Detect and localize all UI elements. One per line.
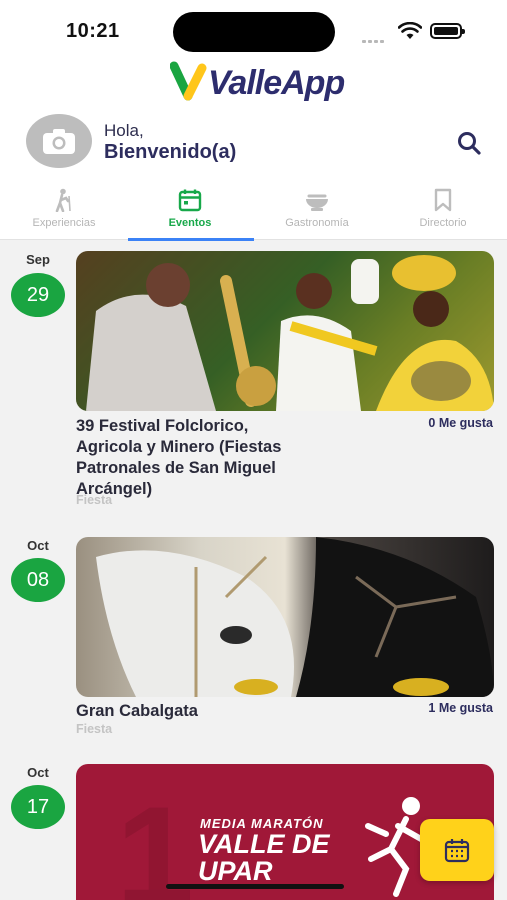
event-day-badge: 17 bbox=[11, 785, 65, 829]
event-photo[interactable] bbox=[76, 251, 494, 411]
event-month: Sep bbox=[26, 252, 50, 267]
tab-experiencias[interactable]: Experiencias bbox=[4, 184, 124, 240]
event-title[interactable]: Gran Cabalgata bbox=[76, 701, 316, 722]
festival-photo-image bbox=[76, 251, 494, 411]
svg-text:1: 1 bbox=[116, 777, 194, 900]
event-month: Oct bbox=[27, 538, 49, 553]
bookmark-icon bbox=[434, 188, 452, 212]
tab-label: Gastronomía bbox=[285, 217, 349, 229]
event-category: Fiesta bbox=[76, 722, 113, 736]
calendar-icon bbox=[178, 189, 202, 212]
event-photo[interactable] bbox=[76, 537, 494, 697]
events-feed[interactable]: Sep 29 39 Festival Folclorico, Agricola … bbox=[0, 240, 507, 900]
tab-gastronomia[interactable]: Gastronomía bbox=[257, 184, 377, 240]
poster-line-2: VALLE DE bbox=[198, 829, 330, 859]
status-icons bbox=[362, 22, 472, 43]
category-tabs: Experiencias Eventos Gastronomía Directo… bbox=[0, 184, 507, 241]
home-indicator bbox=[166, 884, 344, 889]
status-time: 10:21 bbox=[66, 20, 120, 42]
event-month: Oct bbox=[27, 765, 49, 780]
greeting-hello: Hola, bbox=[104, 121, 144, 140]
calendar-icon bbox=[444, 839, 470, 863]
tab-eventos[interactable]: Eventos bbox=[130, 184, 250, 240]
event-title[interactable]: 39 Festival Folclorico, Agricola y Miner… bbox=[76, 416, 316, 500]
calendar-fab-button[interactable] bbox=[420, 819, 494, 881]
tab-label: Experiencias bbox=[32, 217, 96, 229]
poster-line-3: UPAR bbox=[198, 856, 273, 886]
cellular-signal-icon bbox=[362, 30, 390, 43]
tab-label: Eventos bbox=[168, 217, 212, 229]
camera-icon bbox=[43, 129, 75, 154]
horses-photo-image bbox=[96, 537, 494, 697]
wifi-icon bbox=[398, 22, 422, 39]
event-likes[interactable]: 1 Me gusta bbox=[428, 701, 493, 715]
event-day-badge: 08 bbox=[11, 558, 65, 602]
hiker-icon bbox=[55, 188, 71, 212]
event-likes[interactable]: 0 Me gusta bbox=[428, 416, 493, 430]
dynamic-island bbox=[173, 12, 335, 52]
logo-text: ValleApp bbox=[208, 64, 345, 102]
header-area: 10:21 ValleApp Hola, Bienvenido(a) Exper… bbox=[0, 0, 507, 241]
battery-icon bbox=[430, 23, 465, 39]
tab-directorio[interactable]: Directorio bbox=[383, 184, 503, 240]
event-category: Fiesta bbox=[76, 493, 113, 507]
greeting-name: Bienvenido(a) bbox=[104, 141, 237, 163]
dish-icon bbox=[306, 194, 328, 211]
event-day-badge: 29 bbox=[11, 273, 65, 317]
app-logo: ValleApp bbox=[168, 58, 345, 108]
tab-label: Directorio bbox=[419, 217, 467, 229]
profile-avatar[interactable] bbox=[26, 114, 92, 168]
search-icon[interactable] bbox=[456, 130, 482, 156]
